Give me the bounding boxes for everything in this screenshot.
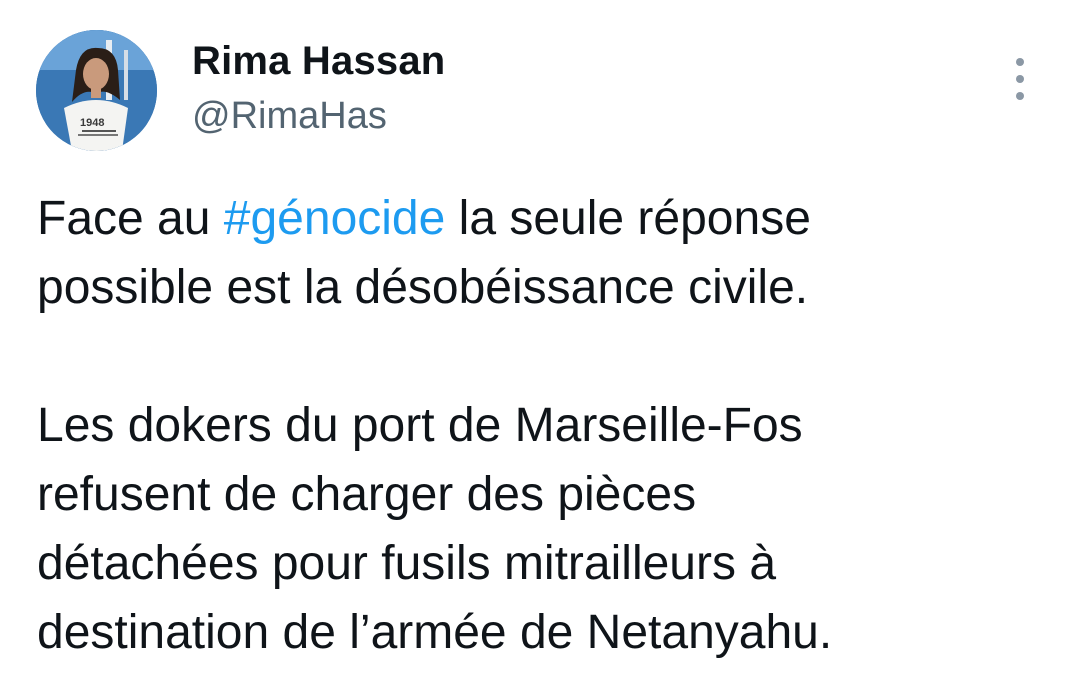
tweet-paragraph: Les dokers du port de Marseille-Fos refu…: [37, 391, 1047, 667]
more-vertical-icon[interactable]: [1004, 58, 1036, 100]
tweet-line: Face au #génocide la seule réponse: [37, 184, 1047, 253]
avatar[interactable]: 1948: [36, 30, 157, 151]
more-dot: [1016, 58, 1024, 66]
tweet-line: destination de l’armée de Netanyahu.: [37, 606, 833, 659]
more-dot: [1016, 92, 1024, 100]
tweet[interactable]: 1948 Rima Hassan @RimaHas Face au #génoc…: [0, 0, 1080, 698]
tweet-paragraph: Face au #génocide la seule réponse possi…: [37, 184, 1047, 322]
handle[interactable]: @RimaHas: [192, 92, 445, 140]
tweet-text-segment: la seule réponse: [445, 192, 811, 245]
tweet-text: Face au #génocide la seule réponse possi…: [37, 184, 1047, 667]
more-dot: [1016, 75, 1024, 83]
tweet-line: détachées pour fusils mitrailleurs à: [37, 537, 777, 590]
tweet-line: refusent de charger des pièces: [37, 468, 697, 521]
avatar-image: 1948: [36, 30, 157, 151]
display-name[interactable]: Rima Hassan: [192, 36, 445, 86]
tweet-line: Les dokers du port de Marseille-Fos: [37, 399, 803, 452]
hashtag-link[interactable]: #génocide: [224, 192, 446, 245]
avatar-shirt-text: 1948: [80, 117, 104, 129]
author-block: Rima Hassan @RimaHas: [192, 36, 445, 140]
tweet-line: possible est la désobéissance civile.: [37, 261, 809, 314]
tweet-text-segment: Face au: [37, 192, 224, 245]
